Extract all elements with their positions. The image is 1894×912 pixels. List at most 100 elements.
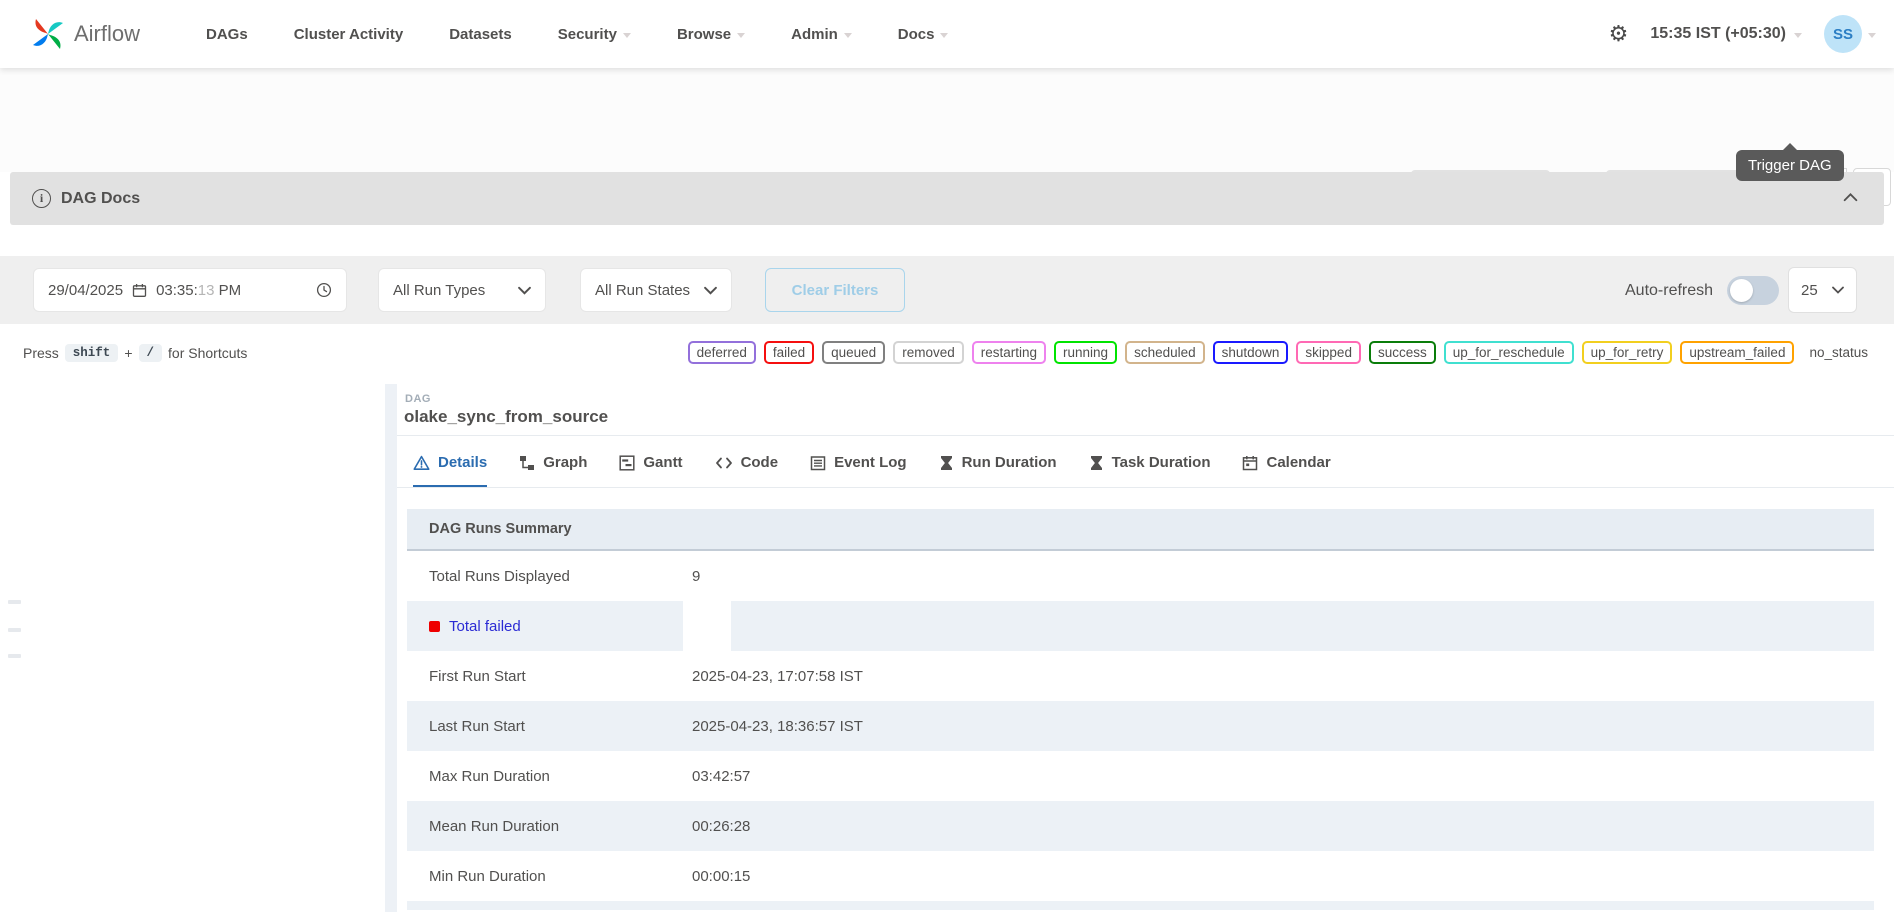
caret-down-icon [940,33,948,38]
calendar-icon [132,283,147,298]
table-row-partial [407,901,1874,910]
tab-event-log[interactable]: Event Log [810,446,907,488]
legend-badge-up-for-reschedule[interactable]: up_for_reschedule [1444,341,1574,364]
legend-badge-upstream-failed[interactable]: upstream_failed [1680,341,1794,364]
gantt-icon [619,455,635,471]
chevron-up-icon[interactable] [1843,192,1858,202]
calendar-icon [1242,455,1258,471]
grid-placeholder-dash [8,628,21,632]
clock-icon [316,282,332,298]
legend-badge-deferred[interactable]: deferred [688,341,756,364]
tab-run-duration[interactable]: Run Duration [939,446,1057,488]
event-log-icon [810,455,826,471]
navbar-right: ⚙ 15:35 IST (+05:30) SS [1609,0,1876,68]
total-failed-link[interactable]: Total failed [449,618,521,635]
clock-text: 15:35 IST (+05:30) [1650,25,1786,43]
table-row: Last Run Start 2025-04-23, 18:36:57 IST [407,701,1874,751]
shortcut-hint: Press shift + / for Shortcuts [23,344,247,362]
auto-refresh-label: Auto-refresh [1625,282,1713,300]
state-legend: deferred failed queued removed restartin… [688,341,1868,364]
legend-badge-failed[interactable]: failed [764,341,814,364]
panel-kicker: DAG [405,393,431,405]
tab-code[interactable]: Code [715,446,779,488]
legend-badge-success[interactable]: success [1369,341,1436,364]
caret-down-icon [1868,33,1876,38]
failed-state-swatch [429,621,440,632]
nav-item-datasets[interactable]: Datasets [449,26,512,43]
base-date-input[interactable]: 29/04/2025 03:35:13 PM [33,268,347,312]
legend-badge-scheduled[interactable]: scheduled [1125,341,1205,364]
run-types-select[interactable]: All Run Types [378,268,546,312]
legend-badge-up-for-retry[interactable]: up_for_retry [1582,341,1673,364]
tab-gantt[interactable]: Gantt [619,446,682,488]
caret-down-icon [1794,33,1802,38]
nav-item-admin[interactable]: Admin [791,26,852,43]
nav-menu: DAGs Cluster Activity Datasets Security … [206,26,948,43]
caret-down-icon [844,33,852,38]
legend-badge-removed[interactable]: removed [893,341,964,364]
kbd-slash: / [139,344,163,362]
nav-item-security[interactable]: Security [558,26,631,43]
page-size-value: 25 [1801,282,1818,299]
detail-tabs: Details Graph Gantt [413,446,1331,488]
legend-badge-queued[interactable]: queued [822,341,885,364]
nav-item-browse[interactable]: Browse [677,26,745,43]
auto-refresh-control: Auto-refresh [1625,276,1779,305]
divider [397,435,1894,436]
clear-filters-button[interactable]: Clear Filters [765,268,905,312]
toggle-knob [1730,279,1753,302]
dag-runs-summary-table: DAG Runs Summary Total Runs Displayed 9 … [407,509,1874,910]
trigger-dag-tooltip: Trigger DAG [1736,150,1844,181]
chevron-down-icon [518,286,531,295]
user-menu[interactable]: SS [1824,15,1876,53]
table-header: DAG Runs Summary [407,509,1874,551]
dag-header-row: DAG: olake_sync_from_source Schedule: No… [0,68,1894,172]
tooltip-arrow [1782,143,1798,151]
legend-badge-skipped[interactable]: skipped [1296,341,1361,364]
gear-icon[interactable]: ⚙ [1609,23,1629,45]
table-row: Total Runs Displayed 9 [407,551,1874,601]
page-size-select[interactable]: 25 [1788,267,1857,313]
hourglass-icon [1089,455,1104,471]
tab-graph[interactable]: Graph [519,446,587,488]
graph-icon [519,455,535,471]
dag-docs-label: DAG Docs [61,190,140,208]
chevron-down-icon [1832,286,1844,294]
timezone-selector[interactable]: 15:35 IST (+05:30) [1650,25,1802,43]
legend-badge-shutdown[interactable]: shutdown [1213,341,1289,364]
nav-item-dags[interactable]: DAGs [206,26,248,43]
caret-down-icon [737,33,745,38]
grid-placeholder-dash [8,654,21,658]
time-value: 03:35:13 PM [156,282,241,299]
tab-details[interactable]: Details [413,446,487,488]
tab-task-duration[interactable]: Task Duration [1089,446,1211,488]
auto-refresh-toggle[interactable] [1727,276,1779,305]
table-row: Total failed [407,601,1874,651]
hourglass-icon [939,455,954,471]
table-row: Max Run Duration 03:42:57 [407,751,1874,801]
details-panel: DAG olake_sync_from_source Details Graph [397,384,1894,912]
warning-triangle-icon [413,455,430,471]
table-row: Mean Run Duration 00:26:28 [407,801,1874,851]
brand-name: Airflow [74,21,140,47]
kbd-shift: shift [65,344,119,362]
hint-legend-row: Press shift + / for Shortcuts deferred f… [0,336,1894,372]
legend-badge-no-status: no_status [1802,343,1868,362]
nav-item-docs[interactable]: Docs [898,26,949,43]
chevron-down-icon [704,286,717,295]
dag-docs-accordion[interactable]: i DAG Docs [10,172,1884,225]
run-states-select[interactable]: All Run States [580,268,732,312]
legend-badge-restarting[interactable]: restarting [972,341,1046,364]
info-circle-icon: i [32,189,51,208]
main-content: DAG olake_sync_from_source Details Graph [0,384,1894,912]
avatar: SS [1824,15,1862,53]
table-row: Min Run Duration 00:00:15 [407,851,1874,901]
empty-value-cell [683,601,731,651]
nav-item-cluster-activity[interactable]: Cluster Activity [294,26,403,43]
airflow-pinwheel-icon [30,16,66,52]
tab-calendar[interactable]: Calendar [1242,446,1330,488]
run-states-value: All Run States [595,282,690,299]
airflow-logo[interactable]: Airflow [30,16,140,52]
panel-resize-handle[interactable] [385,384,397,912]
legend-badge-running[interactable]: running [1054,341,1117,364]
